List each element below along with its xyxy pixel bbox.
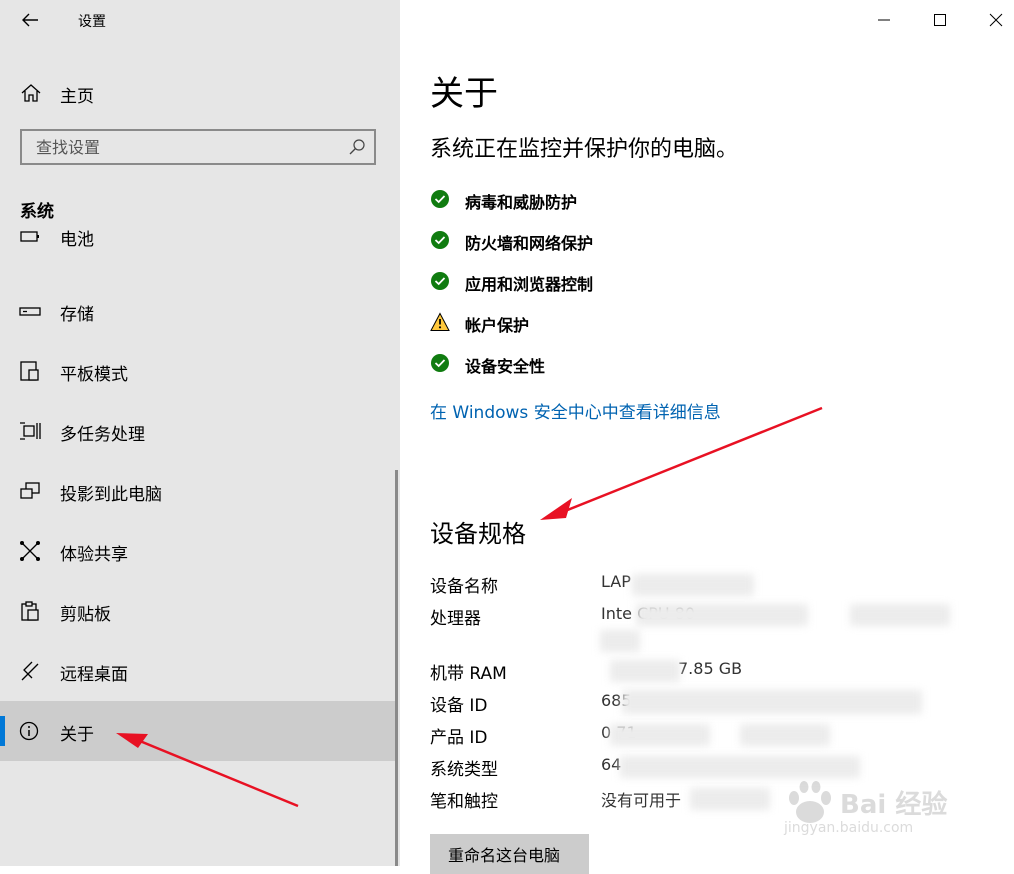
warning-icon xyxy=(430,312,450,331)
sidebar-item-battery[interactable]: 电池 xyxy=(0,228,397,266)
remote-desktop-icon xyxy=(21,661,39,681)
specs-title: 设备规格 xyxy=(430,520,526,548)
sidebar-item-remote-desktop[interactable]: 远程桌面 xyxy=(0,641,397,701)
page-title: 关于 xyxy=(430,74,498,114)
spec-key: 设备 ID xyxy=(430,696,488,716)
status-label: 设备安全性 xyxy=(465,357,546,376)
spec-key: 处理器 xyxy=(430,609,481,629)
sidebar-item-clipboard[interactable]: 剪贴板 xyxy=(0,581,397,641)
spec-row: 机带 RAM 7.85 GB xyxy=(430,659,1000,689)
titlebar-left: 设置 xyxy=(0,0,400,40)
sidebar-item-project[interactable]: 投影到此电脑 xyxy=(0,461,397,521)
spec-value: 7.85 GB xyxy=(678,659,743,678)
sidebar-item-label: 关于 xyxy=(60,725,94,745)
redaction-blur xyxy=(690,788,770,810)
sidebar-item-label: 主页 xyxy=(60,87,94,107)
sidebar: 设置 主页 系统 电池 存储 平板模式 多任务处理 xyxy=(0,0,400,866)
status-item: 病毒和威胁防护 xyxy=(430,186,830,214)
status-label: 病毒和威胁防护 xyxy=(465,193,578,212)
spec-key: 系统类型 xyxy=(430,760,498,780)
sidebar-item-storage[interactable]: 存储 xyxy=(0,281,397,341)
status-label: 应用和浏览器控制 xyxy=(465,275,594,294)
storage-icon xyxy=(19,307,41,316)
watermark-text: Bai 经验 xyxy=(840,790,948,820)
spec-key: 机带 RAM xyxy=(430,664,507,684)
check-circle-icon xyxy=(431,190,449,208)
spec-row: 产品 ID 0 71 xyxy=(430,723,1000,753)
minimize-button[interactable] xyxy=(870,6,898,34)
clipboard-icon xyxy=(21,601,39,621)
search-input[interactable] xyxy=(22,131,346,163)
sidebar-scrollbar[interactable] xyxy=(395,470,398,866)
status-item: 设备安全性 xyxy=(430,350,830,378)
spec-key: 设备名称 xyxy=(430,577,498,597)
redaction-blur xyxy=(600,630,640,652)
window-controls xyxy=(834,0,1014,40)
sidebar-item-label: 剪贴板 xyxy=(60,605,111,625)
close-button[interactable] xyxy=(982,6,1010,34)
spec-key: 产品 ID xyxy=(430,728,488,748)
home-icon xyxy=(21,84,41,102)
redaction-blur xyxy=(610,724,710,746)
sidebar-item-label: 体验共享 xyxy=(60,545,128,565)
check-circle-icon xyxy=(431,231,449,249)
sidebar-item-label: 多任务处理 xyxy=(60,425,145,445)
section-heading: 系统 xyxy=(20,202,54,222)
back-button[interactable] xyxy=(18,8,42,32)
battery-icon xyxy=(20,231,39,242)
sidebar-nav: 电池 存储 平板模式 多任务处理 投影到此电脑 体验共享 剪贴板 远程桌面 关于 xyxy=(0,228,400,866)
sidebar-item-multitasking[interactable]: 多任务处理 xyxy=(0,401,397,461)
minimize-icon xyxy=(878,19,890,21)
sidebar-item-home[interactable]: 主页 xyxy=(0,70,400,114)
sidebar-item-about[interactable]: 关于 xyxy=(0,701,397,761)
spec-value: LAP xyxy=(601,572,631,591)
status-label: 防火墙和网络保护 xyxy=(465,234,594,253)
redaction-blur xyxy=(740,724,830,746)
protection-subtitle: 系统正在监控并保护你的电脑。 xyxy=(430,137,739,162)
search-box[interactable] xyxy=(20,129,376,165)
project-icon xyxy=(20,482,40,499)
sidebar-item-tablet-mode[interactable]: 平板模式 xyxy=(0,341,397,401)
maximize-icon xyxy=(934,14,946,26)
baidu-watermark: Bai 经验 jingyan.baidu.com xyxy=(776,774,966,844)
sidebar-item-shared-experiences[interactable]: 体验共享 xyxy=(0,521,397,581)
redaction-blur xyxy=(610,660,680,682)
status-label: 帐户保护 xyxy=(465,316,530,335)
redaction-blur xyxy=(622,690,922,714)
spec-key: 笔和触控 xyxy=(430,792,498,812)
redaction-blur xyxy=(850,604,950,626)
tablet-mode-icon xyxy=(20,361,39,381)
app-title: 设置 xyxy=(78,14,106,30)
multitasking-icon xyxy=(20,422,41,440)
back-arrow-icon xyxy=(22,13,38,27)
maximize-button[interactable] xyxy=(926,6,954,34)
check-circle-icon xyxy=(431,354,449,372)
status-item: 应用和浏览器控制 xyxy=(430,268,830,296)
sidebar-item-label: 存储 xyxy=(60,305,94,325)
status-item: 防火墙和网络保护 xyxy=(430,227,830,255)
watermark-subtext: jingyan.baidu.com xyxy=(784,820,914,836)
share-icon xyxy=(20,541,40,561)
check-circle-icon xyxy=(431,272,449,290)
main-pane: 关于 系统正在监控并保护你的电脑。 病毒和威胁防护 防火墙和网络保护 应用和浏览… xyxy=(400,0,1014,874)
spec-value: 没有可用于 xyxy=(601,791,682,810)
sidebar-item-label: 电池 xyxy=(60,230,94,250)
redaction-blur xyxy=(636,604,808,626)
info-icon xyxy=(19,721,39,741)
sidebar-item-label: 平板模式 xyxy=(60,365,128,385)
spec-value: 64 xyxy=(601,755,622,774)
security-center-link[interactable]: 在 Windows 安全中心中查看详细信息 xyxy=(430,398,721,423)
close-icon xyxy=(989,13,1003,27)
search-icon xyxy=(349,139,365,155)
status-item: 帐户保护 xyxy=(430,309,830,337)
sidebar-item-label: 远程桌面 xyxy=(60,665,128,685)
redaction-blur xyxy=(632,574,754,596)
rename-pc-button[interactable]: 重命名这台电脑 xyxy=(430,834,589,874)
sidebar-item-label: 投影到此电脑 xyxy=(60,485,162,505)
selection-indicator xyxy=(0,716,5,746)
